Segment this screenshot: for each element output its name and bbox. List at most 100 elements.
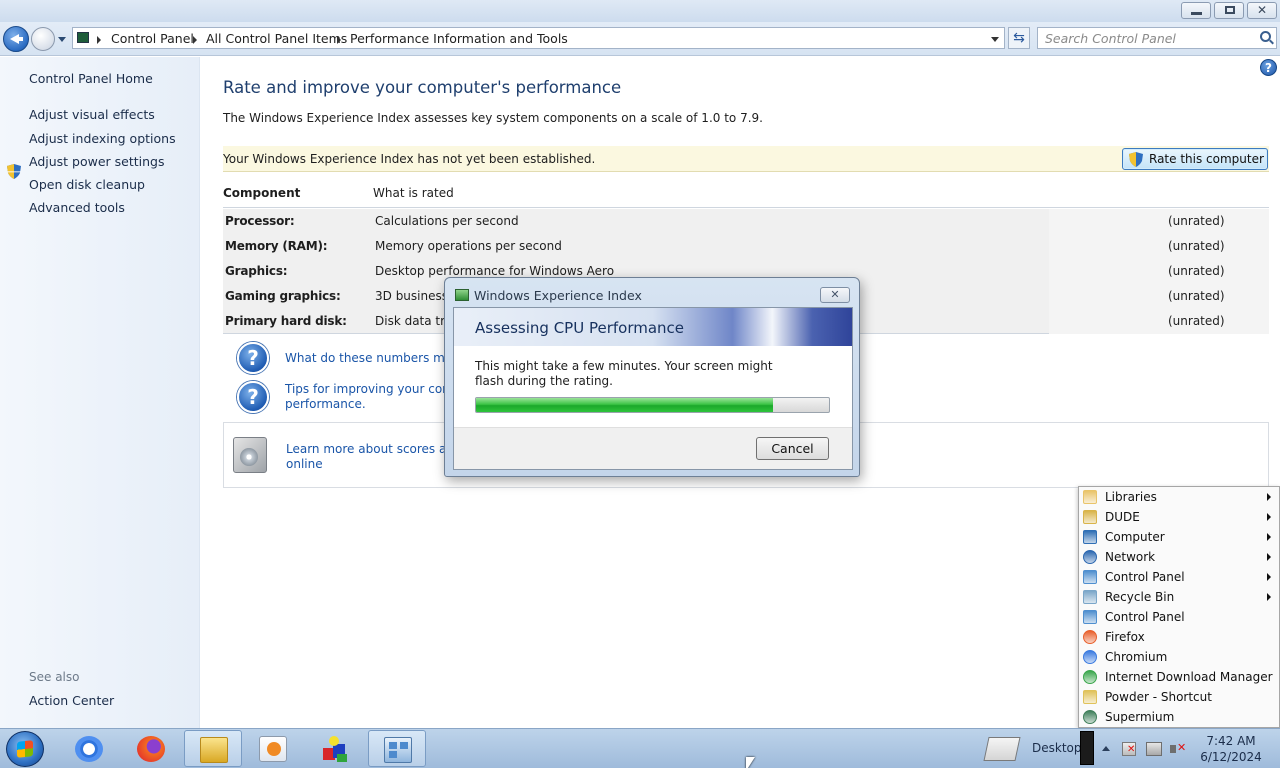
user-folder-icon — [1083, 510, 1097, 524]
taskbar-control-panel[interactable] — [368, 730, 426, 767]
computer-icon — [1083, 530, 1097, 544]
system-clock[interactable]: 7:42 AM 6/12/2024 — [1196, 733, 1266, 765]
menu-item-label: Control Panel — [1105, 610, 1185, 624]
taskbar-media-player[interactable] — [244, 730, 302, 767]
recent-pages-dropdown[interactable] — [58, 37, 66, 42]
row-component: Processor: — [225, 214, 295, 228]
wei-dialog: Windows Experience Index ✕ Assessing CPU… — [444, 277, 860, 477]
dialog-title: Windows Experience Index — [474, 288, 642, 303]
firefox-icon — [1083, 630, 1097, 644]
row-what-is-rated: Desktop performance for Windows Aero — [375, 264, 615, 278]
menu-item-label: Powder - Shortcut — [1105, 690, 1212, 704]
address-dropdown-icon[interactable] — [991, 37, 999, 42]
chromium-icon — [1083, 650, 1097, 664]
supermium-icon — [1083, 710, 1097, 724]
breadcrumb-performance[interactable]: Performance Information and Tools — [350, 31, 568, 46]
sidebar-control-panel-home[interactable]: Control Panel Home — [29, 71, 153, 86]
menu-item[interactable]: DUDE — [1079, 507, 1279, 527]
menu-item-label: Network — [1105, 550, 1156, 564]
pen-tablet-icon[interactable] — [983, 737, 1021, 761]
desktop-toolbar-label[interactable]: Desktop — [1032, 741, 1082, 755]
link-what-numbers-mean[interactable]: What do these numbers mean — [285, 351, 467, 365]
refresh-button[interactable]: ⇆ — [1008, 27, 1030, 49]
link-tips-improving-line2[interactable]: performance. — [285, 397, 366, 411]
menu-item[interactable]: Recycle Bin — [1079, 587, 1279, 607]
menu-item[interactable]: Network — [1079, 547, 1279, 567]
menu-item[interactable]: Libraries — [1079, 487, 1279, 507]
windows-experience-index-icon — [455, 289, 469, 301]
breadcrumb-chevron-icon — [337, 36, 341, 44]
shield-icon — [7, 164, 21, 179]
control-panel-icon — [384, 737, 412, 763]
dialog-close-button[interactable]: ✕ — [820, 287, 850, 303]
menu-item[interactable]: Internet Download Manager — [1079, 667, 1279, 687]
minimize-button[interactable] — [1181, 2, 1211, 19]
taskbar-paint-app[interactable] — [306, 730, 364, 767]
link-learn-more-scores[interactable]: Learn more about scores and — [286, 442, 462, 456]
clock-date: 6/12/2024 — [1200, 750, 1262, 764]
menu-item[interactable]: Control Panel — [1079, 607, 1279, 627]
forward-button[interactable] — [31, 27, 55, 51]
menu-item[interactable]: Firefox — [1079, 627, 1279, 647]
row-score: (unrated) — [1168, 289, 1225, 303]
submenu-arrow-icon — [1267, 573, 1271, 581]
sidebar-advanced-tools[interactable]: Advanced tools — [29, 200, 125, 215]
help-question-icon: ? — [237, 342, 269, 374]
network-icon[interactable] — [1146, 742, 1162, 756]
submenu-arrow-icon — [1267, 493, 1271, 501]
shield-icon — [1129, 152, 1143, 167]
menu-item[interactable]: Computer — [1079, 527, 1279, 547]
address-box[interactable]: Control Panel All Control Panel Items Pe… — [72, 27, 1005, 49]
dialog-header-banner: Assessing CPU Performance — [454, 308, 852, 346]
back-button[interactable] — [3, 26, 29, 52]
link-tips-improving[interactable]: Tips for improving your comp — [285, 382, 461, 396]
taskbar-firefox[interactable] — [122, 730, 180, 767]
libraries-icon — [1083, 490, 1097, 504]
see-also-heading: See also — [29, 670, 80, 684]
action-center-flag-icon[interactable]: ✕ — [1122, 742, 1136, 756]
taskbar-explorer[interactable] — [184, 730, 242, 767]
rate-this-computer-button[interactable]: Rate this computer — [1122, 148, 1268, 170]
progress-fill — [476, 398, 773, 412]
banner-text: Your Windows Experience Index has not ye… — [223, 152, 596, 166]
search-icon[interactable] — [1260, 31, 1271, 42]
window-titlebar: ✕ — [0, 0, 1280, 22]
software-disc-icon — [233, 437, 267, 473]
row-component: Primary hard disk: — [225, 314, 347, 328]
menu-item[interactable]: Control Panel — [1079, 567, 1279, 587]
control-panel-icon — [1083, 610, 1097, 624]
submenu-arrow-icon — [1267, 533, 1271, 541]
show-hidden-icons-button[interactable] — [1102, 746, 1110, 751]
volume-icon[interactable]: ✕ — [1170, 742, 1186, 756]
breadcrumb-all-items[interactable]: All Control Panel Items — [206, 31, 347, 46]
menu-item[interactable]: Chromium — [1079, 647, 1279, 667]
toolbar-toggle-button[interactable] — [1080, 731, 1094, 765]
breadcrumb-control-panel[interactable]: Control Panel — [111, 31, 194, 46]
idm-icon — [1083, 670, 1097, 684]
sidebar-adjust-visual-effects[interactable]: Adjust visual effects — [29, 107, 155, 122]
menu-item-label: Recycle Bin — [1105, 590, 1175, 604]
folder-icon — [200, 737, 228, 763]
media-player-icon — [259, 736, 287, 762]
menu-item-label: Firefox — [1105, 630, 1145, 644]
link-learn-more-online[interactable]: online — [286, 457, 323, 471]
search-input[interactable] — [1038, 28, 1248, 48]
close-button[interactable]: ✕ — [1247, 2, 1277, 19]
sidebar-action-center[interactable]: Action Center — [29, 693, 114, 708]
sidebar-adjust-indexing[interactable]: Adjust indexing options — [29, 131, 176, 146]
sidebar-adjust-power[interactable]: Adjust power settings — [29, 154, 165, 169]
menu-item[interactable]: Supermium — [1079, 707, 1279, 727]
page-title: Rate and improve your computer's perform… — [223, 78, 622, 97]
submenu-arrow-icon — [1267, 513, 1271, 521]
row-what-is-rated: Memory operations per second — [375, 239, 562, 253]
menu-item-label: Control Panel — [1105, 570, 1185, 584]
start-button[interactable] — [6, 731, 44, 767]
control-panel-icon — [77, 32, 89, 43]
restore-button[interactable] — [1214, 2, 1244, 19]
menu-item[interactable]: Powder - Shortcut — [1079, 687, 1279, 707]
sidebar-disk-cleanup[interactable]: Open disk cleanup — [29, 177, 145, 192]
taskbar-chromium[interactable] — [60, 730, 118, 767]
sidebar: Control Panel Home Adjust visual effects… — [0, 57, 200, 728]
help-icon[interactable]: ? — [1260, 59, 1277, 76]
cancel-button[interactable]: Cancel — [756, 437, 829, 460]
